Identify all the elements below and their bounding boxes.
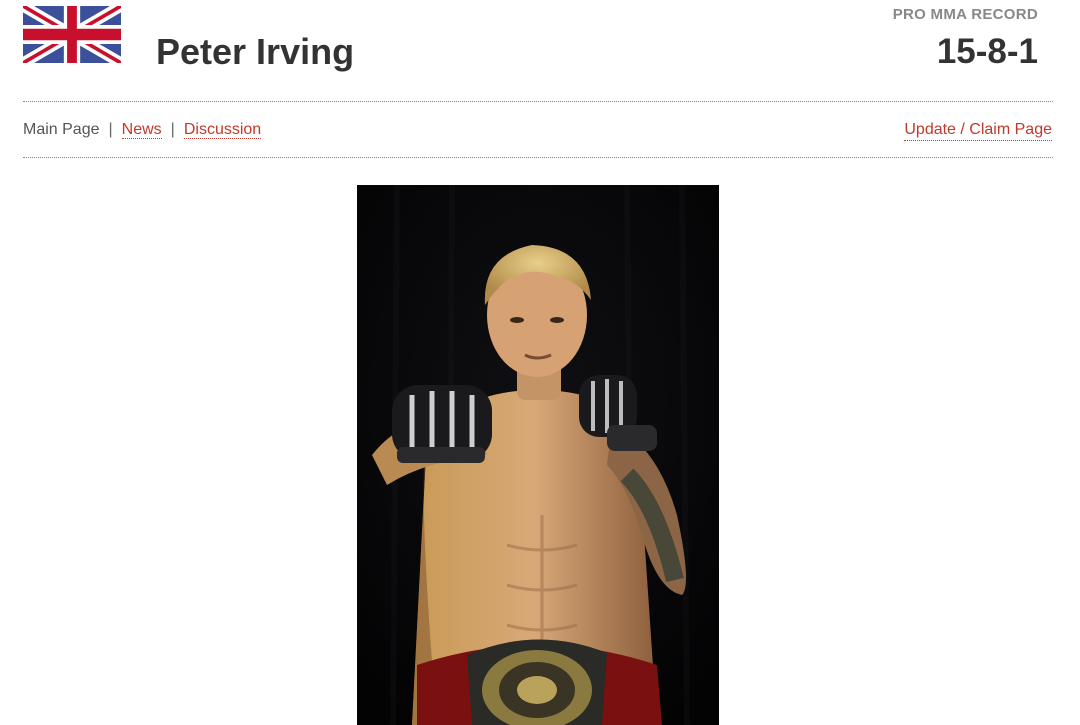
page-nav: Main Page | News | Discussion <box>23 120 262 140</box>
nav-separator: | <box>170 121 175 138</box>
uk-flag-icon <box>23 6 121 63</box>
nav-news-link[interactable]: News <box>121 121 162 139</box>
nav-separator: | <box>108 121 113 138</box>
divider-bottom <box>23 157 1053 158</box>
fighter-name: Peter Irving <box>156 31 355 72</box>
divider-top <box>23 101 1053 102</box>
record-value: 15-8-1 <box>936 32 1038 71</box>
pro-record: PRO MMA RECORD 15-8-1 <box>893 6 1038 72</box>
nav-discussion-link[interactable]: Discussion <box>183 121 262 139</box>
record-label: PRO MMA RECORD <box>892 6 1038 23</box>
nav-main-page[interactable]: Main Page <box>23 121 100 138</box>
fighter-photo <box>357 185 719 725</box>
update-claim-link[interactable]: Update / Claim Page <box>904 120 1052 141</box>
fighter-page: Peter Irving PRO MMA RECORD 15-8-1 Main … <box>0 0 1080 725</box>
